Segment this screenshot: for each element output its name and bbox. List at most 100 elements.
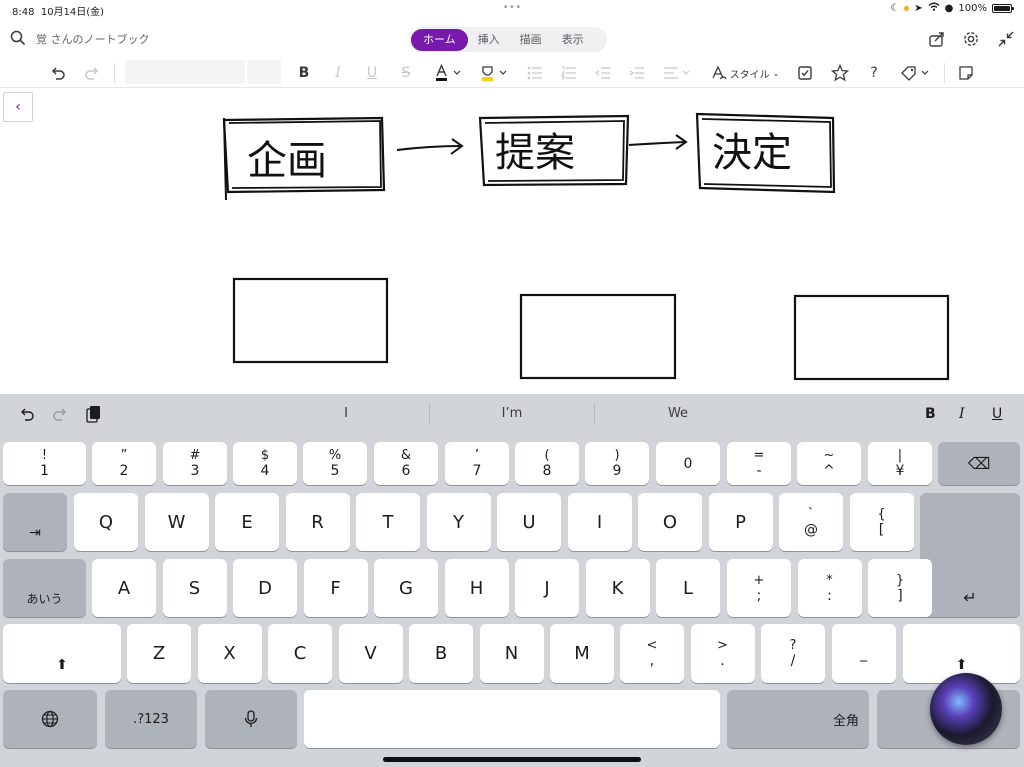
undo-icon[interactable] [48, 62, 68, 84]
redo-icon[interactable] [82, 62, 102, 84]
key-r[interactable]: R [285, 493, 350, 551]
prediction-2[interactable]: I’m [432, 406, 592, 421]
ink-box-3[interactable]: 決定 [695, 112, 836, 194]
search-icon[interactable] [10, 30, 26, 50]
key-symbol-7[interactable]: >. [690, 624, 755, 683]
underline-button[interactable]: U [364, 62, 380, 84]
key-i[interactable]: I [567, 493, 632, 551]
redo-icon[interactable] [51, 404, 69, 424]
rectangle-shape-2[interactable] [519, 293, 677, 380]
kb-underline-button[interactable]: U [992, 406, 1002, 422]
tag-button[interactable] [899, 62, 931, 84]
key-o[interactable]: O [638, 493, 702, 551]
key-5[interactable]: % 5 [303, 442, 367, 485]
key-symbol-2[interactable]: {[ [849, 493, 914, 551]
key-symbol-9[interactable]: _ [831, 624, 896, 683]
kb-italic-button[interactable]: I [959, 406, 965, 422]
help-button[interactable]: ? [866, 62, 882, 84]
font-family-box[interactable] [125, 60, 245, 84]
space-key[interactable] [304, 690, 720, 748]
rectangle-shape-3[interactable] [793, 294, 950, 381]
key-symbol-8[interactable]: ? / [761, 624, 825, 683]
undo-icon[interactable] [18, 404, 36, 424]
key-symbol-1[interactable]: ` @ [779, 493, 843, 551]
key-symbol-6[interactable]: <, [620, 624, 684, 683]
delete-key[interactable]: ⌫ [938, 442, 1020, 485]
shift-left-key[interactable]: ⬆ [3, 624, 121, 683]
italic-button[interactable]: I [330, 62, 346, 84]
kb-bold-button[interactable]: B [925, 406, 936, 422]
font-color-button[interactable] [433, 62, 463, 84]
key-n[interactable]: N [479, 624, 544, 683]
key-2[interactable]: ” 2 [92, 442, 156, 485]
key-9[interactable]: ) 9 [585, 442, 649, 485]
numbers-key[interactable]: .?123 [105, 690, 197, 748]
key-b[interactable]: B [409, 624, 473, 683]
sticky-note-icon[interactable] [957, 62, 975, 84]
key-a[interactable]: A [92, 559, 156, 617]
key-l[interactable]: L [656, 559, 720, 617]
gear-icon[interactable] [961, 29, 981, 49]
key-y[interactable]: Y [426, 493, 491, 551]
highlighter-button[interactable] [479, 62, 509, 84]
note-canvas[interactable]: 企画 提案 決定 [0, 88, 1024, 394]
key-d[interactable]: D [233, 559, 297, 617]
ink-box-2[interactable]: 提案 [478, 114, 630, 187]
share-icon[interactable] [927, 29, 947, 49]
key-u[interactable]: U [497, 493, 561, 551]
return-key[interactable]: ↵ [920, 493, 1020, 617]
ink-box-1[interactable]: 企画 [222, 116, 386, 201]
key-symbol-3[interactable]: +; [727, 559, 791, 617]
key-g[interactable]: G [374, 559, 438, 617]
key-w[interactable]: W [144, 493, 209, 551]
tab-draw[interactable]: 描画 [510, 29, 552, 51]
key-6[interactable]: & 6 [374, 442, 438, 485]
key-x[interactable]: X [197, 624, 262, 683]
key-7[interactable]: ’ 7 [445, 442, 509, 485]
indent-icon[interactable] [628, 62, 646, 84]
home-indicator[interactable] [383, 757, 641, 762]
notebook-title[interactable]: 覚 さんのノートブック [36, 31, 150, 47]
key-p[interactable]: P [708, 493, 773, 551]
collapse-icon[interactable] [996, 29, 1016, 49]
outdent-icon[interactable] [594, 62, 612, 84]
siri-orb-icon[interactable] [930, 673, 1002, 745]
key-k[interactable]: K [585, 559, 650, 617]
key-^[interactable]: ~ ^ [797, 442, 861, 485]
tab-home[interactable]: ホーム [411, 28, 468, 51]
dictation-key[interactable] [205, 690, 297, 748]
key-1[interactable]: ! 1 [3, 442, 86, 485]
prediction-1[interactable]: I [266, 406, 426, 421]
key-symbol-4[interactable]: *: [797, 559, 862, 617]
paste-icon[interactable] [84, 404, 102, 424]
key-¥[interactable]: | ¥ [868, 442, 932, 485]
tab-view[interactable]: 表示 [552, 29, 594, 51]
bullet-list-icon[interactable] [526, 62, 544, 84]
todo-checkbox-icon[interactable] [796, 62, 814, 84]
bold-button[interactable]: B [296, 62, 312, 84]
key--[interactable]: = - [727, 442, 791, 485]
key-h[interactable]: H [444, 559, 509, 617]
globe-key[interactable] [3, 690, 97, 748]
key-t[interactable]: T [356, 493, 420, 551]
numbered-list-icon[interactable] [560, 62, 578, 84]
key-symbol-5[interactable]: }] [868, 559, 932, 617]
font-size-box[interactable] [247, 60, 281, 84]
prediction-3[interactable]: We [597, 406, 759, 421]
key-q[interactable]: Q [74, 493, 138, 551]
tab-key[interactable]: ⇥ [3, 493, 67, 551]
rectangle-shape-1[interactable] [232, 277, 389, 364]
key-z[interactable]: Z [127, 624, 191, 683]
align-icon[interactable] [662, 62, 692, 84]
key-4[interactable]: $4 [233, 442, 297, 485]
key-s[interactable]: S [162, 559, 227, 617]
key-v[interactable]: V [338, 624, 403, 683]
multitask-dots[interactable]: ••• [503, 3, 522, 13]
styles-button[interactable]: スタイル ⌄ [710, 62, 780, 84]
tab-insert[interactable]: 挿入 [468, 29, 510, 51]
key-c[interactable]: C [268, 624, 332, 683]
key-8[interactable]: (8 [515, 442, 579, 485]
kana-switch-key[interactable]: あいう [3, 559, 86, 617]
key-e[interactable]: E [215, 493, 279, 551]
strikethrough-button[interactable]: S [398, 62, 414, 84]
